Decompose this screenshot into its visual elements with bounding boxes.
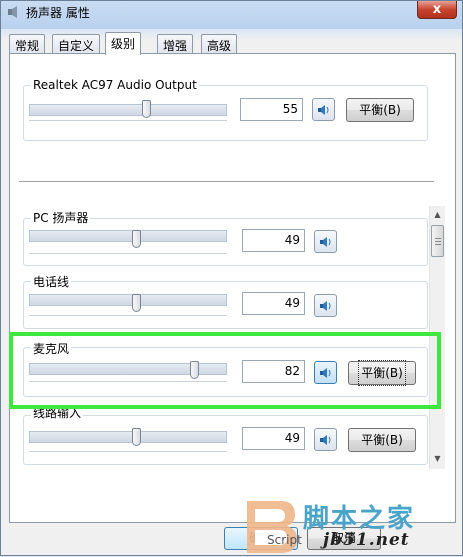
master-label: Realtek AC97 Audio Output [31,78,199,92]
watermark-logo-icon [247,501,297,553]
divider [19,181,434,182]
title-bar[interactable]: 扬声器 属性 x [1,1,462,25]
microphone-balance-button[interactable]: 平衡(B) [348,360,416,386]
microphone-mute-button[interactable] [314,361,337,384]
phone-line-volume-value[interactable]: 49 [242,292,305,315]
phone-line-mute-button[interactable] [314,294,337,317]
scroll-up-arrow-icon[interactable]: ▲ [431,208,444,222]
microphone-volume-slider[interactable] [190,361,199,379]
master-volume-track[interactable] [29,104,227,116]
window-title: 扬声器 属性 [26,6,90,20]
watermark-script-text: Script [267,533,302,547]
speaker-icon [320,368,331,378]
line-in-volume-value[interactable]: 49 [242,427,305,450]
tab-advanced[interactable]: 高级 [201,34,238,53]
watermark-url: jb51.net [323,530,410,550]
phone-line-volume-slider[interactable] [132,294,141,312]
properties-window: 扬声器 属性 x 常规 自定义 级别 增强 高级 Realtek AC97 Au… [0,0,463,556]
master-balance-button[interactable]: 平衡(B) [346,98,414,122]
tab-enhancements[interactable]: 增强 [157,34,194,53]
tab-levels[interactable]: 级别 [105,32,142,55]
line-in-mute-button[interactable] [314,428,337,451]
device-volume-track[interactable] [29,230,227,242]
line-in-volume-slider[interactable] [132,428,141,446]
scroll-down-arrow-icon[interactable]: ▼ [431,452,444,466]
device-label: 线路输入 [31,404,84,421]
scroll-thumb[interactable] [431,225,444,257]
device-volume-track[interactable] [29,294,227,306]
close-icon: x [432,2,442,17]
device-label: PC 扬声器 [31,209,91,226]
line-in-balance-button[interactable]: 平衡(B) [348,428,416,452]
vertical-scrollbar[interactable]: ▲ ▼ [429,206,445,469]
device-volume-track[interactable] [29,431,227,443]
device-label: 麦克风 [31,340,72,357]
microphone-volume-value[interactable]: 82 [242,360,305,383]
speaker-icon [320,435,331,445]
device-label: 电话线 [31,273,72,290]
speaker-icon [320,237,331,247]
speaker-icon [318,105,329,115]
tab-custom[interactable]: 自定义 [52,34,101,53]
speaker-app-icon [8,6,17,18]
pc-speaker-mute-button[interactable] [314,230,337,253]
tab-general[interactable]: 常规 [9,34,46,53]
master-mute-button[interactable] [312,98,335,121]
speaker-icon [320,301,331,311]
master-volume-value[interactable]: 55 [240,98,303,121]
close-button[interactable]: x [417,1,457,19]
pc-speaker-volume-value[interactable]: 49 [242,229,305,252]
master-volume-slider[interactable] [142,100,151,118]
pc-speaker-volume-slider[interactable] [132,230,141,248]
